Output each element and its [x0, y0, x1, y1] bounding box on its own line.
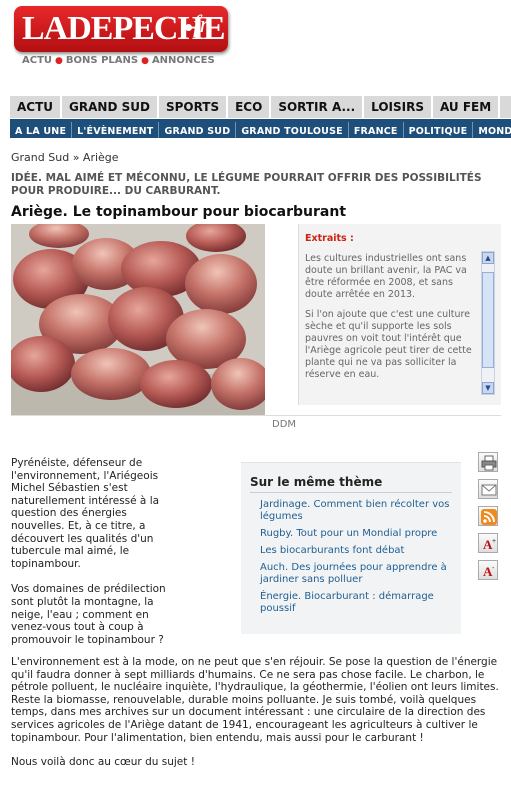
related-link[interactable]: Énergie. Biocarburant : démarrage poussi…: [260, 591, 458, 615]
extract-paragraph: Les cultures industrielles ont sans dout…: [305, 253, 467, 300]
secondary-nav: A LA UNE L'ÉVÈNEMENT GRAND SUD GRAND TOULOU…: [10, 119, 511, 138]
nav-tab-au-feminin[interactable]: AU FEM: [433, 96, 501, 118]
article-headline: Ariège. Le topinambour pour biocarburant: [11, 204, 347, 220]
nav-tab-grand-sud[interactable]: GRAND SUD: [62, 96, 159, 118]
related-title: Sur le même thème: [250, 475, 383, 489]
related-link[interactable]: Rugby. Tout pour un Mondial propre: [260, 528, 458, 540]
extracts-panel: Extraits : Les cultures industrielles on…: [298, 224, 501, 405]
nav-tab-sortir[interactable]: SORTIR A...: [271, 96, 365, 118]
site-logo[interactable]: LADEPECHE fr: [14, 6, 228, 52]
svg-text:+: +: [492, 538, 496, 545]
body-paragraph: Nous voilà donc au cœur du sujet !: [11, 756, 195, 769]
nav-sub-monde[interactable]: MONDE: [473, 122, 511, 138]
top-link-actu[interactable]: ACTU: [22, 55, 52, 66]
nav-tab-sports[interactable]: SPORTS: [159, 96, 229, 118]
body-paragraph: L'environnement est à la mode, on ne peu…: [11, 656, 499, 744]
related-articles-box: Sur le même thème Jardinage. Comment bie…: [241, 462, 461, 634]
intro-paragraph: Pyrénéiste, défenseur de l'environnement…: [11, 457, 160, 570]
related-link[interactable]: Jardinage. Comment bien récolter vos lég…: [260, 499, 458, 523]
extracts-label: Extraits :: [305, 233, 354, 244]
scroll-down-icon[interactable]: ▼: [482, 382, 494, 394]
article-intro: Pyrénéiste, défenseur de l'environnement…: [11, 457, 181, 659]
related-link[interactable]: Les biocarburants font débat: [260, 545, 458, 557]
nav-tab-loisirs[interactable]: LOISIRS: [364, 96, 434, 118]
nav-sub-politique[interactable]: POLITIQUE: [404, 122, 474, 138]
top-links: ACTU ● BONS PLANS ● ANNONCES: [22, 55, 215, 66]
article-body: L'environnement est à la mode, on ne peu…: [11, 656, 505, 781]
related-divider: [250, 492, 452, 493]
scroll-up-icon[interactable]: ▲: [482, 252, 494, 264]
nav-tab-actu[interactable]: ACTU: [10, 96, 63, 118]
photo-caption: DDM: [272, 419, 297, 430]
article-photo: [11, 224, 265, 415]
bullet-separator: ●: [55, 56, 63, 66]
font-decrease-icon[interactable]: A-: [478, 560, 498, 580]
extract-paragraph: Si l'on ajoute que c'est une culture sèc…: [305, 309, 472, 380]
breadcrumb-current[interactable]: Ariège: [83, 151, 119, 164]
nav-sub-a-la-une[interactable]: A LA UNE: [10, 122, 73, 138]
breadcrumb-separator: »: [72, 151, 80, 164]
nav-sub-grand-toulouse[interactable]: GRAND TOULOUSE: [236, 122, 349, 138]
logo-suffix: fr: [193, 12, 210, 38]
nav-sub-grand-sud[interactable]: GRAND SUD: [159, 122, 237, 138]
nav-tab-eco[interactable]: ECO: [228, 96, 272, 118]
nav-sub-france[interactable]: FRANCE: [349, 122, 404, 138]
related-link[interactable]: Auch. Des journées pour apprendre à jard…: [260, 562, 458, 586]
svg-text:-: -: [492, 565, 495, 572]
question-paragraph: Vos domaines de prédilection sont plutôt…: [11, 583, 166, 646]
font-increase-icon[interactable]: A +: [478, 533, 498, 553]
top-link-annonces[interactable]: ANNONCES: [152, 55, 215, 66]
top-link-bons-plans[interactable]: BONS PLANS: [66, 55, 138, 66]
caption-divider: [11, 415, 501, 416]
bullet-separator: ●: [141, 56, 149, 66]
logo-dot: [185, 24, 192, 31]
topinambour-photo-illustration: [11, 224, 265, 415]
extracts-scrollbar[interactable]: ▲ ▼: [481, 251, 495, 395]
breadcrumb: Grand Sud » Ariège: [11, 151, 119, 164]
article-kicker: IDÉE. MAL AIMÉ ET MÉCONNU, LE LÉGUME POU…: [11, 172, 482, 197]
print-icon[interactable]: [478, 452, 498, 472]
email-icon[interactable]: [478, 479, 498, 499]
related-links: Jardinage. Comment bien récolter vos lég…: [260, 499, 458, 620]
nav-sub-evenement[interactable]: L'ÉVÈNEMENT: [72, 122, 160, 138]
breadcrumb-parent[interactable]: Grand Sud: [11, 151, 69, 164]
primary-nav: ACTU GRAND SUD SPORTS ECO SORTIR A... LOISIRS…: [10, 96, 511, 118]
extracts-content: Extraits : Les cultures industrielles on…: [305, 233, 477, 401]
scroll-thumb[interactable]: [482, 272, 494, 368]
rss-icon[interactable]: [478, 506, 498, 526]
